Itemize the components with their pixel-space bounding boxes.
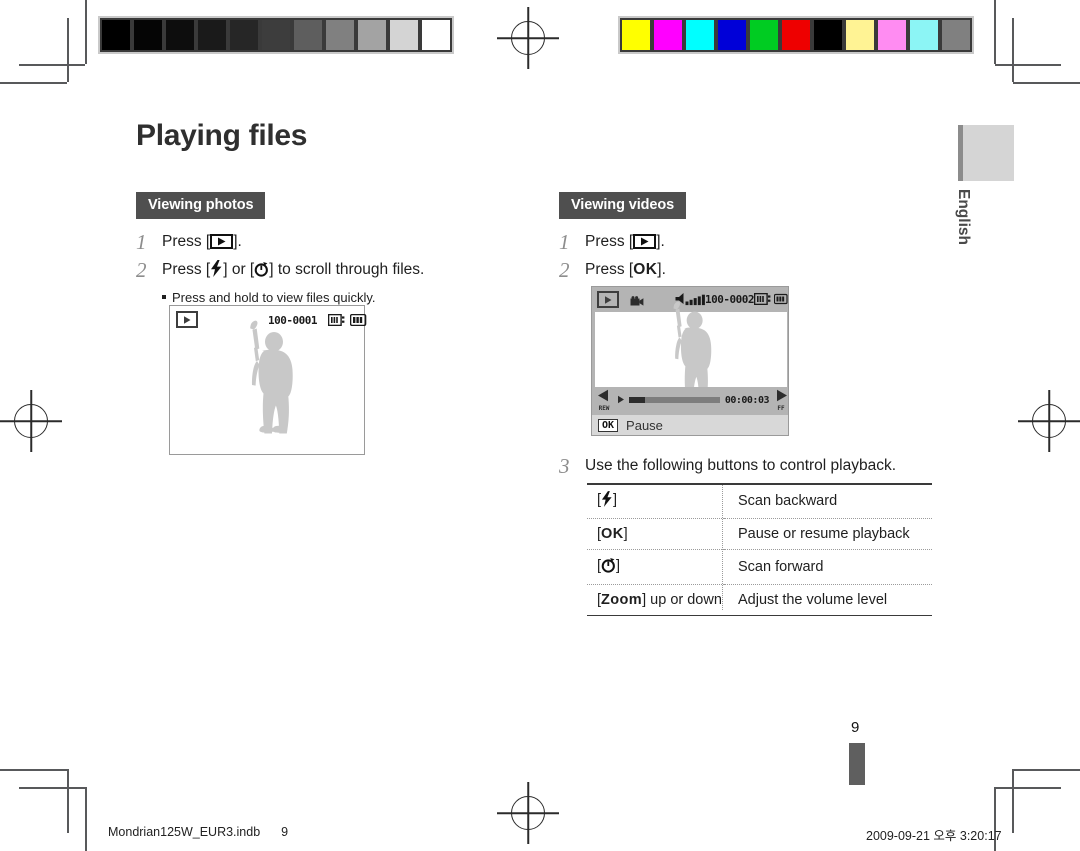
- footer-file-name-text: Mondrian125W_EUR3.indb: [108, 825, 261, 839]
- lcd-timecode: 00:00:03: [724, 394, 770, 406]
- lcd-preview-video: 100-0002 REW 00:00:03 FF OK Pause: [591, 286, 789, 436]
- flash-icon: [210, 260, 223, 286]
- table-column-divider: [722, 485, 723, 610]
- step-number: 3: [559, 454, 570, 478]
- bracket-close: ] up or down: [642, 592, 722, 608]
- ok-key-label: OK: [601, 526, 624, 542]
- zoom-key-label: Zoom: [601, 592, 643, 608]
- step-text-pre: Press [: [585, 233, 634, 250]
- step-item: 1 Press [].: [136, 229, 476, 255]
- table-cell-key: []: [587, 550, 724, 585]
- bracket-close: ]: [613, 492, 618, 508]
- step-text-post: ] to scroll through files.: [269, 261, 425, 278]
- right-step-3: 3 Use the following buttons to control p…: [559, 453, 939, 481]
- language-tab-edge: [958, 125, 963, 181]
- table-cell-key: []: [587, 484, 724, 519]
- table-cell-desc: Scan backward: [738, 493, 838, 509]
- step-text: Press [].: [162, 229, 242, 255]
- footer-timestamp: 2009-09-21 오후 3:20:17: [866, 829, 1002, 843]
- section-heading-viewing-photos: Viewing photos: [136, 192, 266, 219]
- footer-page-ref: 9: [281, 825, 289, 839]
- page-number-bar: [849, 743, 865, 785]
- play-icon: [210, 234, 234, 249]
- lcd-playback-controls: REW 00:00:03 FF: [592, 387, 788, 413]
- step-text-post: ].: [233, 233, 242, 250]
- manual-page: Playing files Viewing photos 1 Press [].…: [0, 0, 1080, 851]
- table-row: [] Scan forward: [587, 550, 932, 585]
- language-tab-block: [958, 125, 1014, 181]
- battery-icon: [773, 292, 789, 310]
- step-text-pre: Press [: [162, 233, 211, 250]
- person-silhouette: [228, 320, 314, 449]
- step-item: 2 Press [ ] or [ ] to scroll through files…: [136, 257, 476, 286]
- right-steps: 1 Press []. 2 Press [OK].: [559, 229, 939, 285]
- step-text-post: ].: [657, 261, 666, 278]
- step-text: Press [OK].: [585, 257, 666, 283]
- step-text: Press [].: [585, 229, 665, 255]
- lcd-status-bar: OK Pause: [592, 415, 788, 435]
- table-row: [OK] Pause or resume playback: [587, 519, 932, 550]
- left-steps: 1 Press []. 2 Press [ ] or [ ] to scroll t…: [136, 229, 476, 308]
- table-row: [Zoom] up or down Adjust the volume leve…: [587, 585, 932, 616]
- step-number: 2: [559, 258, 570, 282]
- rewind-label: REW: [598, 404, 610, 412]
- movie-camera-icon: [630, 294, 644, 312]
- step-text-pre: Press [: [585, 261, 634, 278]
- page-content: Playing files Viewing photos 1 Press [].…: [0, 0, 1080, 851]
- step-note-text: Press and hold to view files quickly.: [172, 290, 376, 305]
- language-tab-label: English: [955, 189, 972, 245]
- step-item: 3 Use the following buttons to control p…: [559, 453, 939, 479]
- battery-icon: [349, 313, 368, 331]
- table-top-rule: [587, 483, 932, 485]
- step-number: 1: [559, 230, 570, 254]
- table-row: [] Scan backward: [587, 484, 932, 519]
- step-text-pre: Press [: [162, 261, 211, 278]
- ok-chip: OK: [598, 418, 619, 432]
- table-cell-desc: Adjust the volume level: [738, 592, 888, 608]
- page-number: 9: [851, 719, 860, 736]
- playback-controls-table: [] Scan backward [OK] Pause or resume pl…: [587, 484, 932, 616]
- progress-fill: [629, 397, 645, 403]
- fast-forward-label: FF: [777, 404, 785, 412]
- fast-forward-button[interactable]: FF: [774, 389, 788, 412]
- step-number: 2: [136, 258, 147, 282]
- step-item: 1 Press [].: [559, 229, 939, 255]
- play-icon: [633, 234, 657, 249]
- step-number: 1: [136, 230, 147, 254]
- memory-card-icon: [327, 313, 345, 331]
- lcd-preview-photo: 100-0001: [169, 305, 368, 455]
- ok-key-label: OK: [633, 261, 658, 278]
- rewind-button[interactable]: REW: [597, 389, 611, 412]
- footer-file-name: Mondrian125W_EUR3.indb 9: [108, 825, 288, 839]
- step-text: Press [ ] or [ ] to scroll through files.: [162, 257, 424, 286]
- play-icon: [176, 311, 198, 328]
- table-cell-desc: Pause or resume playback: [738, 526, 910, 542]
- table-cell-key: [Zoom] up or down: [587, 585, 724, 616]
- memory-card-icon: [753, 292, 771, 310]
- bullet-dot: [162, 294, 166, 299]
- play-icon: [597, 291, 619, 308]
- step-item: 2 Press [OK].: [559, 257, 939, 283]
- step-text-mid: ] or [: [223, 261, 255, 278]
- progress-bar[interactable]: [629, 397, 720, 403]
- self-timer-icon: [254, 260, 269, 286]
- step-text-post: ].: [656, 233, 665, 250]
- step-text: Use the following buttons to control pla…: [585, 457, 897, 474]
- play-marker-icon: [617, 391, 625, 409]
- bracket-close: ]: [623, 526, 628, 542]
- lcd-status-text: Pause: [626, 417, 663, 433]
- bracket-close: ]: [616, 558, 621, 574]
- page-title: Playing files: [136, 119, 308, 152]
- section-heading-viewing-videos: Viewing videos: [559, 192, 687, 219]
- table-cell-desc: Scan forward: [738, 559, 824, 575]
- table-cell-key: [OK]: [587, 519, 724, 550]
- flash-icon: [601, 491, 613, 511]
- self-timer-icon: [601, 557, 616, 577]
